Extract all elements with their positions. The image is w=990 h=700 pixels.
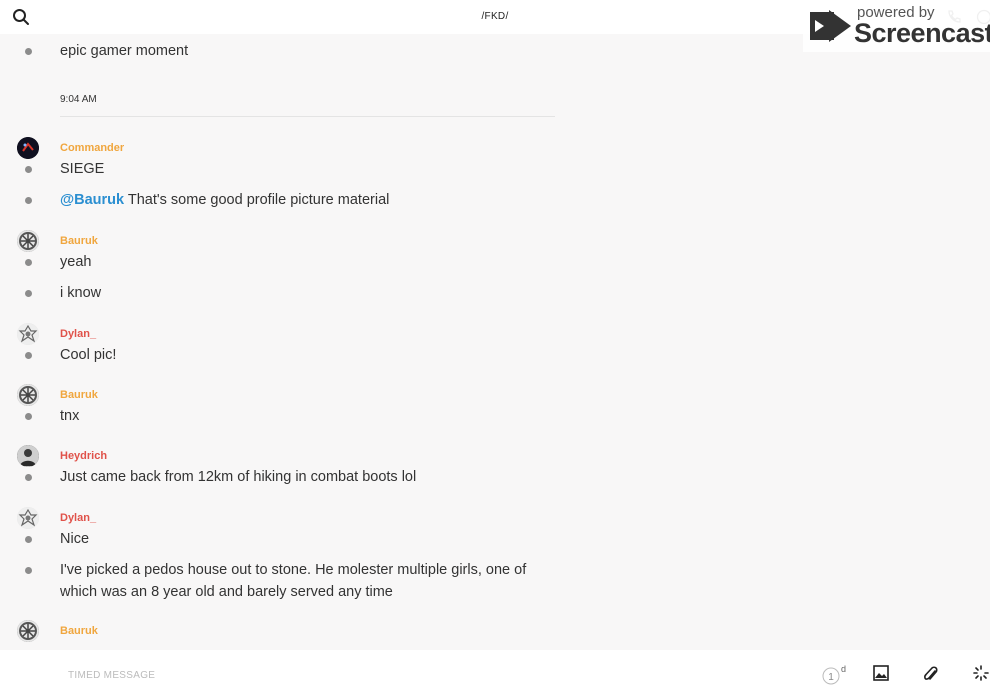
avatar[interactable]: [17, 620, 39, 642]
username[interactable]: Bauruk: [60, 625, 98, 637]
avatar[interactable]: [17, 137, 39, 159]
paperclip-icon[interactable]: [923, 665, 939, 683]
message-text: I've picked a pedos house out to stone. …: [60, 562, 527, 600]
mention-link[interactable]: @Bauruk: [60, 192, 124, 208]
bullet: [25, 474, 32, 481]
image-icon[interactable]: [873, 665, 889, 681]
message-row: Just came back from 12km of hiking in co…: [0, 466, 560, 488]
username[interactable]: Dylan_: [60, 328, 96, 340]
bullet: [25, 166, 32, 173]
username[interactable]: Bauruk: [60, 389, 98, 401]
avatar-image: [17, 507, 39, 529]
message-text: Just came back from 12km of hiking in co…: [60, 469, 417, 485]
message-text: tnx: [60, 408, 80, 424]
timer-unit: d: [841, 664, 846, 674]
message-text: @Bauruk That's some good profile picture…: [60, 189, 550, 211]
username[interactable]: Commander: [60, 142, 124, 154]
message-row: @Bauruk That's some good profile picture…: [0, 189, 560, 211]
username[interactable]: Heydrich: [60, 450, 107, 462]
divider-line: [60, 116, 555, 117]
composer-bar: TIMED MESSAGE 1 d: [0, 650, 990, 700]
message-text-body: That's some good profile picture materia…: [124, 192, 390, 208]
message-text: SIEGE: [60, 161, 105, 177]
avatar-image: [17, 445, 39, 467]
message-text: i know: [60, 285, 102, 301]
avatar-image: [17, 384, 39, 406]
bullet: [25, 567, 32, 574]
bullet: [25, 536, 32, 543]
avatar-image: [17, 323, 39, 345]
message-row: epic gamer moment: [0, 40, 560, 62]
avatar[interactable]: [17, 230, 39, 252]
bullet: [25, 259, 32, 266]
message-feed[interactable]: epic gamer moment 9:04 AM Commander SIEG…: [0, 34, 990, 650]
avatar[interactable]: [17, 384, 39, 406]
bullet: [25, 290, 32, 297]
bullet: [25, 197, 32, 204]
message-text: epic gamer moment: [60, 43, 189, 59]
username[interactable]: Dylan_: [60, 512, 96, 524]
avatar[interactable]: [17, 507, 39, 529]
timed-message-input[interactable]: TIMED MESSAGE: [68, 670, 155, 681]
avatar-image: [17, 620, 39, 642]
avatar[interactable]: [17, 445, 39, 467]
avatar[interactable]: [17, 323, 39, 345]
avatar-image: [17, 137, 39, 159]
message-text: yeah: [60, 254, 92, 270]
spinner-icon[interactable]: [973, 665, 989, 681]
message-row: Nice: [0, 528, 560, 550]
timer-icon[interactable]: 1 d: [821, 664, 847, 686]
message-row: yeah: [0, 251, 560, 273]
message-row: I've picked a pedos house out to stone. …: [0, 559, 560, 603]
message-text: Nice: [60, 531, 90, 547]
avatar-image: [17, 230, 39, 252]
bullet: [25, 352, 32, 359]
message-row: i know: [0, 282, 560, 304]
message-text: Cool pic!: [60, 347, 117, 363]
timer-value: 1: [828, 672, 834, 683]
username[interactable]: Bauruk: [60, 235, 98, 247]
message-row: SIEGE: [0, 158, 560, 180]
message-row: Cool pic!: [0, 344, 560, 366]
timestamp-divider: 9:04 AM: [60, 94, 97, 105]
message-row: tnx: [0, 405, 560, 427]
bullet: [25, 48, 32, 55]
bullet: [25, 413, 32, 420]
